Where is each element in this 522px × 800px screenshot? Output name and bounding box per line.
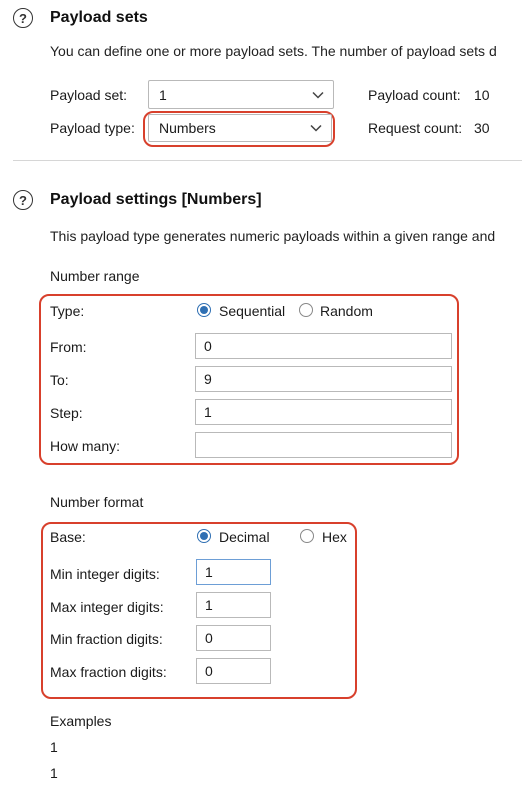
from-field[interactable]: 0 [195,333,452,359]
max-fraction-digits-label: Max fraction digits: [50,664,167,680]
max-integer-digits-field[interactable]: 1 [196,592,271,618]
to-label: To: [50,372,69,388]
sequential-label[interactable]: Sequential [219,303,285,319]
payload-type-value: Numbers [159,120,216,136]
payload-set-select[interactable]: 1 [148,80,334,109]
payload-set-label: Payload set: [50,87,128,103]
payload-sets-description: You can define one or more payload sets.… [50,43,497,59]
number-range-heading: Number range [50,268,140,284]
payload-set-value: 1 [159,86,167,103]
section-divider [13,160,522,161]
to-field[interactable]: 9 [195,366,452,392]
hex-label[interactable]: Hex [322,529,347,545]
step-field[interactable]: 1 [195,399,452,425]
number-format-heading: Number format [50,494,144,510]
random-label[interactable]: Random [320,303,373,319]
max-fraction-digits-field[interactable]: 0 [196,658,271,684]
payload-settings-title: Payload settings [Numbers] [50,191,262,208]
max-integer-digits-label: Max integer digits: [50,599,164,615]
type-label: Type: [50,303,85,319]
decimal-radio[interactable] [197,529,211,543]
random-radio[interactable] [299,303,313,317]
help-icon[interactable]: ? [13,190,33,210]
min-integer-digits-field[interactable]: 1 [196,559,271,585]
chevron-down-icon [312,91,324,99]
chevron-down-icon [310,124,322,132]
step-label: Step: [50,405,83,421]
example-item: 1 [50,765,58,781]
payload-type-select[interactable]: Numbers [148,114,332,142]
decimal-label[interactable]: Decimal [219,529,270,545]
payload-sets-title: Payload sets [50,9,148,26]
payload-count-value: 10 [474,87,490,103]
help-icon[interactable]: ? [13,8,33,28]
payload-type-label: Payload type: [50,120,135,136]
how-many-field[interactable] [195,432,452,458]
min-integer-digits-label: Min integer digits: [50,566,160,582]
min-fraction-digits-label: Min fraction digits: [50,631,163,647]
example-item: 1 [50,739,58,755]
how-many-label: How many: [50,438,121,454]
hex-radio[interactable] [300,529,314,543]
request-count-value: 30 [474,120,490,136]
from-label: From: [50,339,87,355]
request-count-label: Request count: [368,120,463,136]
payload-settings-description: This payload type generates numeric payl… [50,228,496,244]
min-fraction-digits-field[interactable]: 0 [196,625,271,651]
base-label: Base: [50,529,86,545]
sequential-radio[interactable] [197,303,211,317]
payload-count-label: Payload count: [368,87,461,103]
examples-heading: Examples [50,713,112,729]
